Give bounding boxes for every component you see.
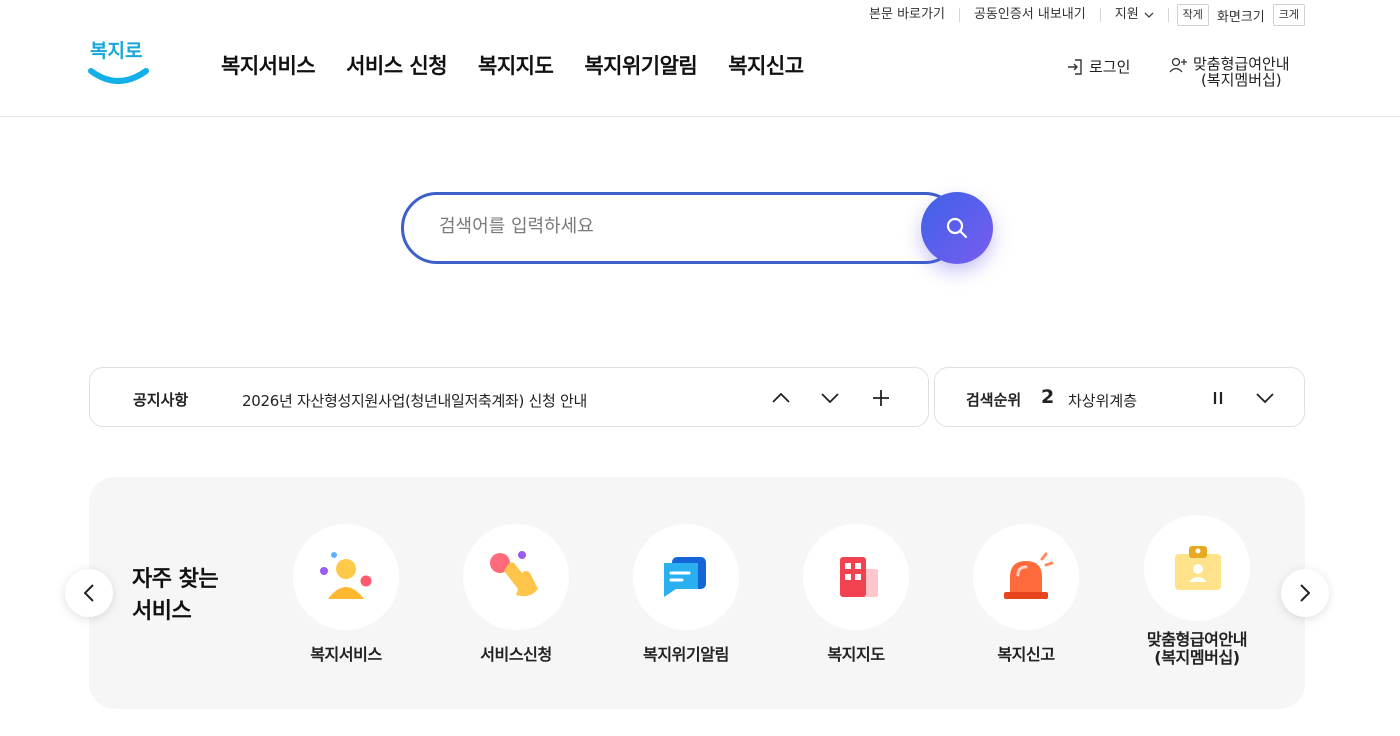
quick-item-label: 서비스신청 (480, 645, 552, 664)
quick-item-circle (803, 524, 909, 630)
notice-text[interactable]: 2026년 자산형성지원사업(청년내일저축계좌) 신청 안내 (242, 390, 587, 411)
notice-more-button[interactable] (868, 385, 894, 411)
login-icon (1068, 58, 1082, 75)
quick-item-label: 복지신고 (997, 645, 1055, 664)
rank-expand-button[interactable] (1252, 385, 1278, 411)
search-input[interactable] (439, 212, 909, 240)
nav-welfare-service[interactable]: 복지서비스 (221, 50, 316, 80)
login-label: 로그인 (1089, 58, 1131, 76)
quick-item-membership[interactable]: 맞춤형급여안내 (복지멤버십) (1122, 515, 1272, 667)
nav-service-apply[interactable]: 서비스 신청 (346, 50, 447, 80)
chevron-right-icon (1300, 584, 1310, 602)
quick-item-welfare-map[interactable]: 복지지도 (781, 524, 931, 664)
plus-icon (873, 390, 889, 406)
svg-text:복지로: 복지로 (90, 40, 142, 62)
quick-item-crisis-alert[interactable]: 복지위기알림 (611, 524, 761, 664)
id-card-icon (1175, 546, 1221, 590)
quick-item-label: 맞춤형급여안내 (복지멤버십) (1146, 630, 1248, 667)
notice-bar: 공지사항 2026년 자산형성지원사업(청년내일저축계좌) 신청 안내 (89, 367, 929, 427)
quick-next-button[interactable] (1281, 569, 1329, 617)
search-icon (946, 217, 968, 239)
quick-item-service-apply[interactable]: 서비스신청 (441, 524, 591, 664)
chevron-up-icon (772, 393, 790, 403)
notice-next-button[interactable] (817, 385, 843, 411)
search-rank-bar: 검색순위 2 차상위계층 (934, 367, 1305, 427)
quick-item-label: 복지위기알림 (643, 645, 729, 664)
chevron-down-icon (1256, 393, 1274, 403)
quick-item-circle (973, 524, 1079, 630)
rank-keyword[interactable]: 차상위계층 (1068, 390, 1137, 411)
quick-item-circle (1144, 515, 1250, 621)
nav-welfare-report[interactable]: 복지신고 (728, 50, 804, 80)
building-icon (840, 557, 878, 597)
quick-item-welfare-report[interactable]: 복지신고 (951, 524, 1101, 664)
quick-item-circle (293, 524, 399, 630)
search-bar (401, 192, 993, 264)
notice-label: 공지사항 (133, 391, 189, 409)
quick-title: 자주 찾는 서비스 (132, 564, 219, 628)
bokjiro-logo-icon: 복지로 (88, 40, 149, 84)
chevron-down-icon (821, 393, 839, 403)
quick-item-circle (463, 524, 569, 630)
message-icon (664, 557, 706, 597)
nav-crisis-alert[interactable]: 복지위기알림 (584, 50, 697, 80)
user-add-icon (1169, 57, 1187, 73)
search-button[interactable] (921, 192, 993, 264)
quick-item-label: 복지지도 (827, 645, 885, 664)
membership-label-line2: (복지멤버십) (1200, 71, 1282, 89)
nav-welfare-map[interactable]: 복지지도 (478, 50, 554, 80)
chevron-left-icon (84, 584, 94, 602)
quick-prev-button[interactable] (65, 569, 113, 617)
quick-item-label: 복지서비스 (310, 645, 382, 664)
notice-prev-button[interactable] (768, 385, 794, 411)
quick-item-welfare-service[interactable]: 복지서비스 (271, 524, 421, 664)
logo[interactable]: 복지로 (88, 35, 150, 89)
quick-title-line2: 서비스 (132, 599, 192, 624)
rank-label: 검색순위 (966, 391, 1022, 409)
quick-title-line1: 자주 찾는 (132, 567, 219, 592)
pause-icon (1213, 392, 1223, 404)
membership-label-line1: 맞춤형급여안내 (1193, 55, 1290, 73)
siren-icon (1004, 552, 1054, 599)
rank-pause-button[interactable] (1205, 385, 1231, 411)
login-link[interactable]: 로그인 (1066, 56, 1130, 77)
quick-services: 자주 찾는 서비스 복지서비스 서비스신청 복지위기알림 복지지도 복지신고 맞… (89, 477, 1305, 709)
membership-link[interactable]: 맞춤형급여안내 (복지멤버십) (1168, 56, 1290, 88)
quick-item-circle (633, 524, 739, 630)
header: 복지로 복지서비스 서비스 신청 복지지도 복지위기알림 복지신고 로그인 맞춤… (0, 0, 1400, 117)
hand-touch-icon (490, 551, 538, 597)
person-icon (320, 552, 372, 599)
main-nav: 복지서비스 서비스 신청 복지지도 복지위기알림 복지신고 (221, 50, 804, 80)
rank-number: 2 (1041, 386, 1055, 408)
